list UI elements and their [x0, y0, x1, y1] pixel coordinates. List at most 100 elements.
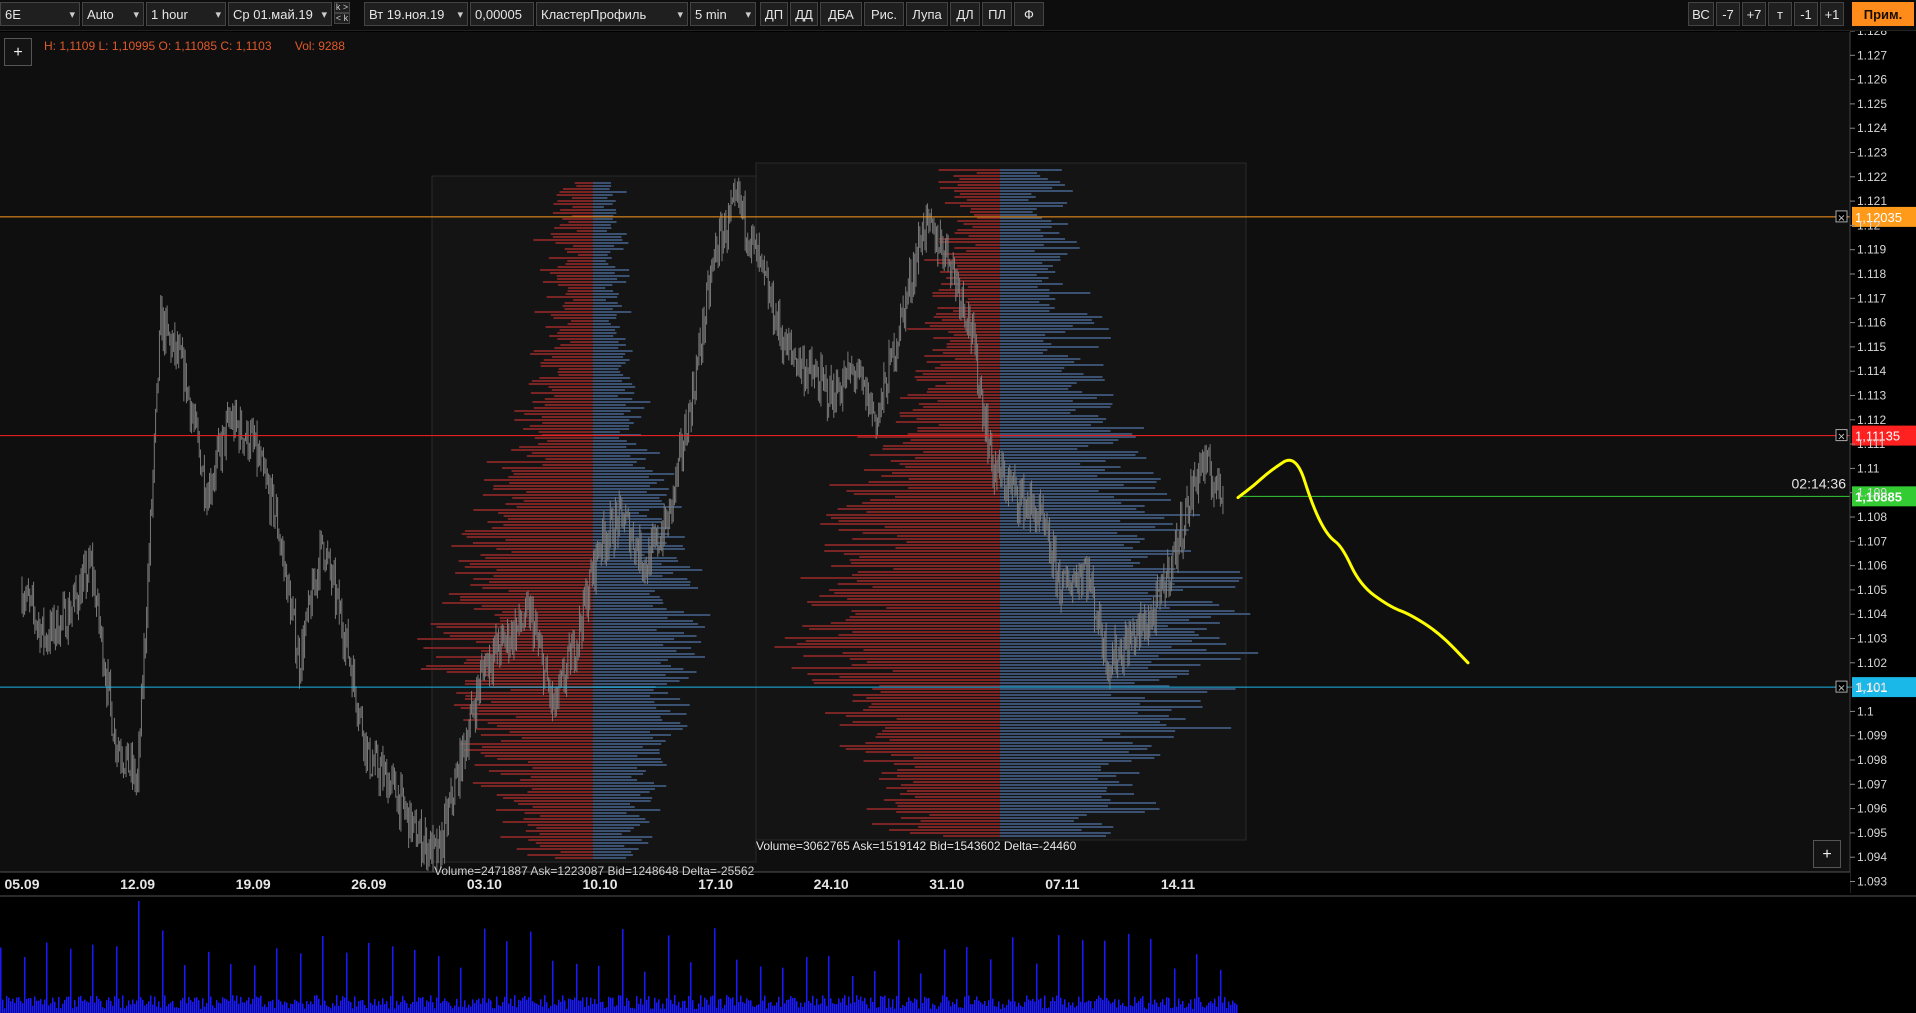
- volume-bar: [822, 995, 824, 1013]
- bid-profile-bar: [1000, 697, 1145, 699]
- bid-profile-bar: [593, 674, 666, 676]
- bid-profile-bar: [1000, 670, 1190, 672]
- volume-bar: [362, 1000, 364, 1013]
- volume-bar: [1128, 933, 1130, 1013]
- t-button[interactable]: т: [1768, 2, 1792, 26]
- profile-type-select[interactable]: КластерПрофиль: [536, 2, 688, 26]
- volume-bar: [638, 1003, 640, 1013]
- bid-profile-bar: [593, 464, 633, 466]
- ask-profile-bar: [953, 175, 1000, 177]
- volume-bar: [1000, 1008, 1002, 1013]
- volume-value: Vol: 9288: [294, 39, 345, 53]
- volume-bar: [728, 996, 730, 1013]
- y-tick-label: 1.118: [1857, 267, 1886, 281]
- plus1-button[interactable]: +1: [1820, 2, 1844, 26]
- date-from-picker[interactable]: Ср 01.май.19: [228, 2, 332, 26]
- volume-bar: [884, 995, 886, 1013]
- volume-bar: [1008, 999, 1010, 1013]
- ask-profile-bar: [485, 557, 593, 559]
- date-nav-next[interactable]: k >: [334, 2, 350, 13]
- ask-profile-bar: [906, 541, 1000, 543]
- date-nav-prev[interactable]: < k: [334, 13, 350, 24]
- ask-profile-bar: [514, 419, 593, 421]
- volume-bar: [328, 1006, 330, 1013]
- bid-profile-bar: [593, 806, 635, 808]
- bid-profile-bar: [1000, 415, 1099, 417]
- ask-profile-bar: [918, 826, 1000, 828]
- ask-profile-bar: [470, 584, 593, 586]
- y-tick-label: 1.117: [1857, 291, 1886, 305]
- volume-bar: [148, 1001, 150, 1013]
- volume-bar: [226, 999, 228, 1013]
- timeframe-select[interactable]: 1 hour: [146, 2, 226, 26]
- bid-profile-bar: [1000, 484, 1124, 486]
- date-to-picker[interactable]: Вт 19.ноя.19: [364, 2, 468, 26]
- date-nav-stepper[interactable]: k > < k: [334, 2, 350, 26]
- dd-button[interactable]: ДД: [790, 2, 818, 26]
- bid-profile-bar: [1000, 529, 1189, 531]
- add-panel-button[interactable]: +: [1813, 840, 1841, 868]
- apply-button[interactable]: Прим.: [1852, 2, 1914, 26]
- price-chart[interactable]: × 1,12035× 1,1113502:14:361,10885× 1,101 1.…: [0, 0, 1916, 1013]
- bid-profile-bar: [1000, 622, 1220, 624]
- plus7-button[interactable]: +7: [1742, 2, 1766, 26]
- bid-profile-bar: [1000, 637, 1220, 639]
- volume-bar: [616, 1005, 618, 1013]
- ask-profile-bar: [889, 829, 1000, 831]
- dp-button[interactable]: ДП: [760, 2, 788, 26]
- ask-profile-bar: [560, 209, 593, 211]
- bid-profile-bar: [593, 356, 624, 358]
- minus7-button[interactable]: -7: [1716, 2, 1740, 26]
- dba-button[interactable]: ДБА: [820, 2, 862, 26]
- ask-profile-bar: [916, 379, 1000, 381]
- ask-profile-bar: [933, 337, 1000, 339]
- vs-button[interactable]: ВС: [1688, 2, 1714, 26]
- tick-size-input[interactable]: 0,00005: [470, 2, 534, 26]
- volume-bar: [982, 1004, 984, 1013]
- volume-bar: [358, 1001, 360, 1013]
- ask-profile-bar: [852, 631, 1000, 633]
- ask-profile-bar: [923, 451, 1000, 453]
- volume-bar: [1138, 1001, 1140, 1013]
- draw-button[interactable]: Рис.: [864, 2, 904, 26]
- volume-bar: [798, 1007, 800, 1013]
- bid-profile-bar: [593, 341, 619, 343]
- ask-profile-bar: [914, 766, 1000, 768]
- volume-bar: [748, 1000, 750, 1013]
- bid-profile-bar: [593, 665, 672, 667]
- volume-bar: [144, 1005, 146, 1013]
- magnifier-button[interactable]: Лупа: [906, 2, 948, 26]
- scale-mode-select[interactable]: Auto: [82, 2, 144, 26]
- ask-profile-bar: [819, 595, 1000, 597]
- bid-profile-bar: [593, 602, 664, 604]
- ask-profile-bar: [466, 536, 593, 538]
- ask-profile-bar: [528, 383, 593, 385]
- symbol-select[interactable]: 6E: [0, 2, 80, 26]
- ask-profile-bar: [511, 551, 593, 553]
- filter-button[interactable]: Ф: [1014, 2, 1044, 26]
- profile-period-select[interactable]: 5 min: [690, 2, 756, 26]
- ask-profile-bar: [838, 634, 1000, 636]
- ask-profile-bar: [851, 664, 1000, 666]
- dl-button[interactable]: ДЛ: [950, 2, 980, 26]
- ask-profile-bar: [855, 613, 1000, 615]
- volume-bar: [1178, 998, 1180, 1013]
- volume-bar: [280, 1001, 282, 1013]
- bid-profile-bar: [593, 677, 689, 679]
- y-tick-label: 1.1: [1857, 704, 1874, 718]
- pl-button[interactable]: ПЛ: [982, 2, 1012, 26]
- ask-profile-bar: [542, 464, 593, 466]
- volume-bar: [200, 1008, 202, 1013]
- minus1-button[interactable]: -1: [1794, 2, 1818, 26]
- volume-bar: [768, 1002, 770, 1013]
- volume-bar: [526, 999, 528, 1013]
- bid-profile-bar: [593, 365, 622, 367]
- ask-profile-bar: [509, 731, 593, 733]
- add-indicator-button[interactable]: +: [4, 38, 32, 66]
- ask-profile-bar: [460, 707, 593, 709]
- volume-bar: [570, 999, 572, 1013]
- ask-profile-bar: [487, 722, 593, 724]
- bid-profile-bar: [593, 755, 638, 757]
- bid-profile-bar: [593, 221, 617, 223]
- ask-profile-bar: [943, 835, 1000, 837]
